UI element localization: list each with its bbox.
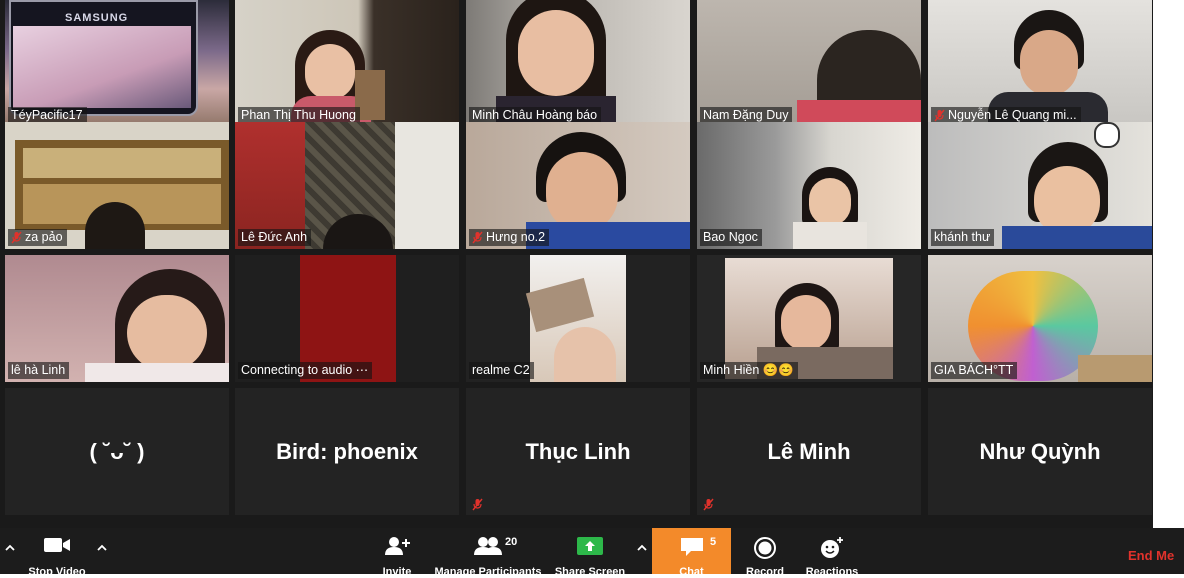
participant-tile[interactable]: Minh Châu Hoàng báo — [466, 0, 690, 127]
record-button[interactable]: Record — [740, 528, 790, 578]
participant-tile[interactable]: Như Quỳnh — [928, 388, 1152, 515]
manage-participants-button[interactable]: Manage Participants — [432, 528, 544, 578]
end-meeting-button[interactable]: End Me — [1128, 548, 1174, 563]
participant-name-label: khánh thư — [931, 229, 995, 246]
muted-microphone-icon — [472, 231, 483, 244]
share-options-caret-icon[interactable] — [636, 543, 648, 553]
participant-name-label: GIA BÁCH°TT — [931, 362, 1018, 379]
chat-bubble-icon — [680, 538, 703, 556]
share-screen-button[interactable]: Share Screen — [552, 528, 628, 578]
muted-microphone-icon — [472, 498, 483, 511]
audio-options-caret-icon[interactable] — [4, 543, 16, 553]
smiley-add-icon — [821, 537, 843, 558]
participant-tile[interactable]: Bao Ngoc — [697, 122, 921, 249]
participant-name-label: Hưng no.2 — [469, 229, 550, 246]
participant-tile[interactable]: khánh thư — [928, 122, 1152, 249]
participant-tile[interactable]: za pảo — [5, 122, 229, 249]
muted-microphone-icon — [11, 231, 22, 244]
chat-button[interactable]: Chat — [652, 528, 731, 578]
participant-tile[interactable]: Lê Minh — [697, 388, 921, 515]
participant-display-name: Thục Linh — [525, 438, 631, 464]
participant-tile[interactable]: ( ˘ᴗ˘ ) — [5, 388, 229, 515]
muted-microphone-icon — [934, 109, 945, 122]
participant-tile[interactable]: Phan Thị Thu Huong — [235, 0, 459, 127]
chat-unread-badge: 5 — [710, 536, 717, 548]
window-edge — [1153, 0, 1184, 528]
record-icon — [754, 537, 776, 559]
muted-microphone-icon — [703, 498, 714, 511]
meeting-toolbar: Stop Video Invite Manage Participants 20… — [0, 528, 1184, 578]
video-gallery: SAMSUNG TéyPacific17 Phan Thị Thu Huong … — [0, 0, 1184, 574]
participant-tile-active-speaker[interactable]: Minh Hiền 😊😊 — [697, 255, 921, 382]
participant-name-label: lê hà Linh — [8, 362, 70, 379]
participant-tile[interactable]: Hưng no.2 — [466, 122, 690, 249]
participant-name-label: Connecting to audio ⋯ — [238, 362, 373, 379]
participant-name-label: Lê Đức Anh — [238, 229, 312, 246]
participant-tile[interactable]: Thục Linh — [466, 388, 690, 515]
participant-display-name: ( ˘ᴗ˘ ) — [89, 438, 145, 464]
participant-name-label: Bao Ngoc — [700, 229, 762, 246]
participant-display-name: Bird: phoenix — [276, 438, 418, 464]
participant-name-label: za pảo — [8, 229, 67, 246]
participant-tile[interactable]: Nam Đặng Duy — [697, 0, 921, 127]
reactions-button[interactable]: Reactions — [800, 528, 864, 578]
share-screen-icon — [577, 537, 603, 555]
participant-display-name: Lê Minh — [767, 438, 851, 464]
add-person-icon — [385, 537, 410, 555]
participant-name-label: realme C2 — [469, 362, 534, 379]
participant-tile[interactable]: Connecting to audio ⋯ — [235, 255, 459, 382]
participant-tile[interactable]: SAMSUNG TéyPacific17 — [5, 0, 229, 127]
participant-display-name: Như Quỳnh — [979, 438, 1101, 464]
participant-tile[interactable]: GIA BÁCH°TT — [928, 255, 1152, 382]
participant-tile[interactable]: realme C2 — [466, 255, 690, 382]
invite-button[interactable]: Invite — [372, 528, 422, 578]
participant-tile[interactable]: Lê Đức Anh — [235, 122, 459, 249]
participant-name-label: Minh Hiền 😊😊 — [700, 362, 798, 379]
participant-tile[interactable]: Bird: phoenix — [235, 388, 459, 515]
participant-count-badge: 20 — [505, 536, 518, 548]
participant-tile[interactable]: lê hà Linh — [5, 255, 229, 382]
participants-icon — [474, 537, 502, 555]
stop-video-button[interactable]: Stop Video — [22, 528, 92, 578]
video-camera-icon — [44, 538, 70, 552]
participant-tile[interactable]: Nguyễn Lê Quang mi... — [928, 0, 1152, 127]
video-options-caret-icon[interactable] — [96, 543, 108, 553]
